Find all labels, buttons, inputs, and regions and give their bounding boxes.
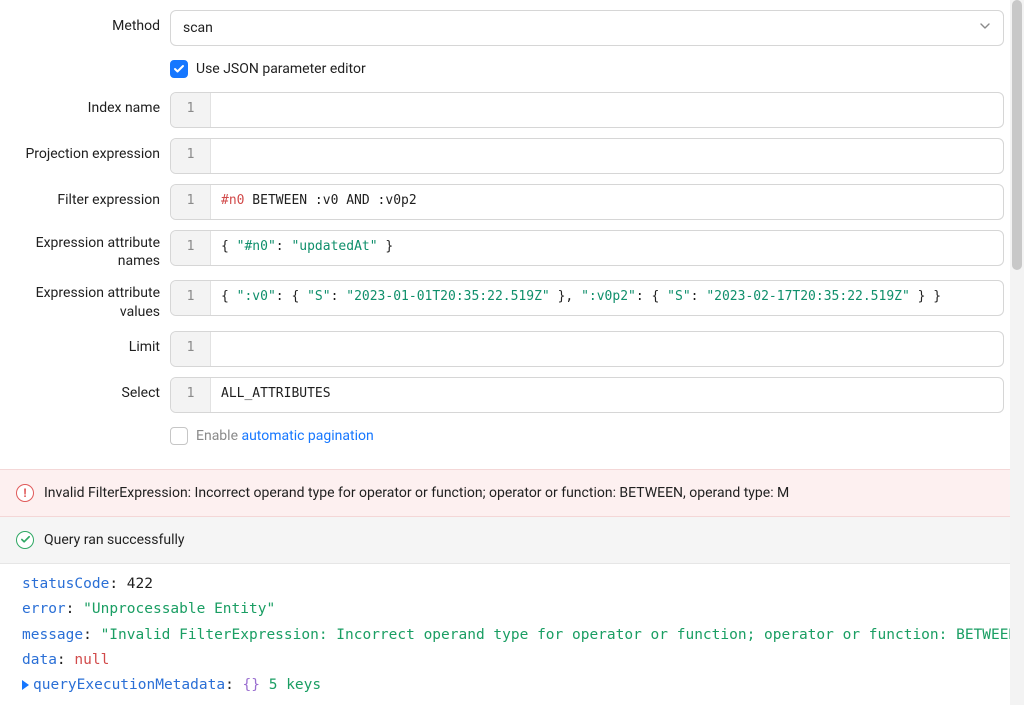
error-icon: ! <box>16 484 34 502</box>
label-expr-values: Expression attribute values <box>10 280 170 320</box>
label-limit: Limit <box>10 331 170 355</box>
json-editor-label: Use JSON parameter editor <box>196 61 366 77</box>
success-banner: Query ran successfully <box>0 517 1024 564</box>
vertical-scrollbar[interactable] <box>1010 0 1024 705</box>
line-number: 1 <box>171 332 211 366</box>
result-line: statusCode: 422 <box>22 572 1004 597</box>
row-json-editor-toggle: Use JSON parameter editor <box>10 56 1004 82</box>
index-name-input[interactable]: 1 <box>170 92 1004 128</box>
success-banner-text: Query ran successfully <box>44 532 185 548</box>
error-banner: ! Invalid FilterExpression: Incorrect op… <box>0 469 1024 517</box>
error-banner-text: Invalid FilterExpression: Incorrect oper… <box>44 485 789 501</box>
line-number: 1 <box>171 231 211 265</box>
filter-token-var: #n0 <box>221 193 244 208</box>
row-method: Method scan <box>10 10 1004 46</box>
scrollbar-thumb[interactable] <box>1012 0 1022 270</box>
result-line: data: null <box>22 648 1004 673</box>
chevron-down-icon <box>979 20 991 36</box>
row-pagination: Enable automatic pagination <box>10 423 1004 449</box>
label-projection: Projection expression <box>10 138 170 162</box>
result-line: message: "Invalid FilterExpression: Inco… <box>22 623 1004 648</box>
row-filter: Filter expression 1 #n0 BETWEEN :v0 AND … <box>10 184 1004 220</box>
pagination-link[interactable]: automatic pagination <box>241 428 373 444</box>
limit-input[interactable]: 1 <box>170 331 1004 367</box>
form-area: Method scan Use JSON parameter editor In… <box>0 0 1024 469</box>
label-select: Select <box>10 377 170 401</box>
result-line-expandable[interactable]: queryExecutionMetadata: {} 5 keys <box>22 673 1004 698</box>
line-number: 1 <box>171 185 211 219</box>
label-expr-names: Expression attribute names <box>10 230 170 270</box>
row-index-name: Index name 1 <box>10 92 1004 128</box>
line-number: 1 <box>171 93 211 127</box>
result-line: error: "Unprocessable Entity" <box>22 597 1004 622</box>
json-editor-checkbox[interactable] <box>170 60 188 78</box>
line-number: 1 <box>171 139 211 173</box>
row-expr-names: Expression attribute names 1 { "#n0": "u… <box>10 230 1004 270</box>
select-value: ALL_ATTRIBUTES <box>221 386 331 401</box>
row-projection: Projection expression 1 <box>10 138 1004 174</box>
method-select[interactable]: scan <box>170 10 1004 46</box>
label-filter: Filter expression <box>10 184 170 208</box>
filter-input[interactable]: 1 #n0 BETWEEN :v0 AND :v0p2 <box>170 184 1004 220</box>
label-index-name: Index name <box>10 92 170 116</box>
pagination-checkbox[interactable] <box>170 427 188 445</box>
expand-triangle-icon[interactable] <box>22 680 29 690</box>
projection-input[interactable]: 1 <box>170 138 1004 174</box>
select-input[interactable]: 1 ALL_ATTRIBUTES <box>170 377 1004 413</box>
pagination-prefix: Enable <box>196 428 241 444</box>
method-select-value: scan <box>183 20 213 36</box>
line-number: 1 <box>171 378 211 412</box>
row-expr-values: Expression attribute values 1 { ":v0": {… <box>10 280 1004 320</box>
line-number: 1 <box>171 281 211 315</box>
result-area: statusCode: 422 error: "Unprocessable En… <box>0 564 1024 705</box>
row-limit: Limit 1 <box>10 331 1004 367</box>
row-select: Select 1 ALL_ATTRIBUTES <box>10 377 1004 413</box>
expr-values-input[interactable]: 1 { ":v0": { "S": "2023-01-01T20:35:22.5… <box>170 280 1004 316</box>
filter-token-rest: BETWEEN :v0 AND :v0p2 <box>244 193 416 208</box>
label-method: Method <box>10 10 170 34</box>
success-icon <box>16 531 34 549</box>
expr-names-input[interactable]: 1 { "#n0": "updatedAt" } <box>170 230 1004 266</box>
